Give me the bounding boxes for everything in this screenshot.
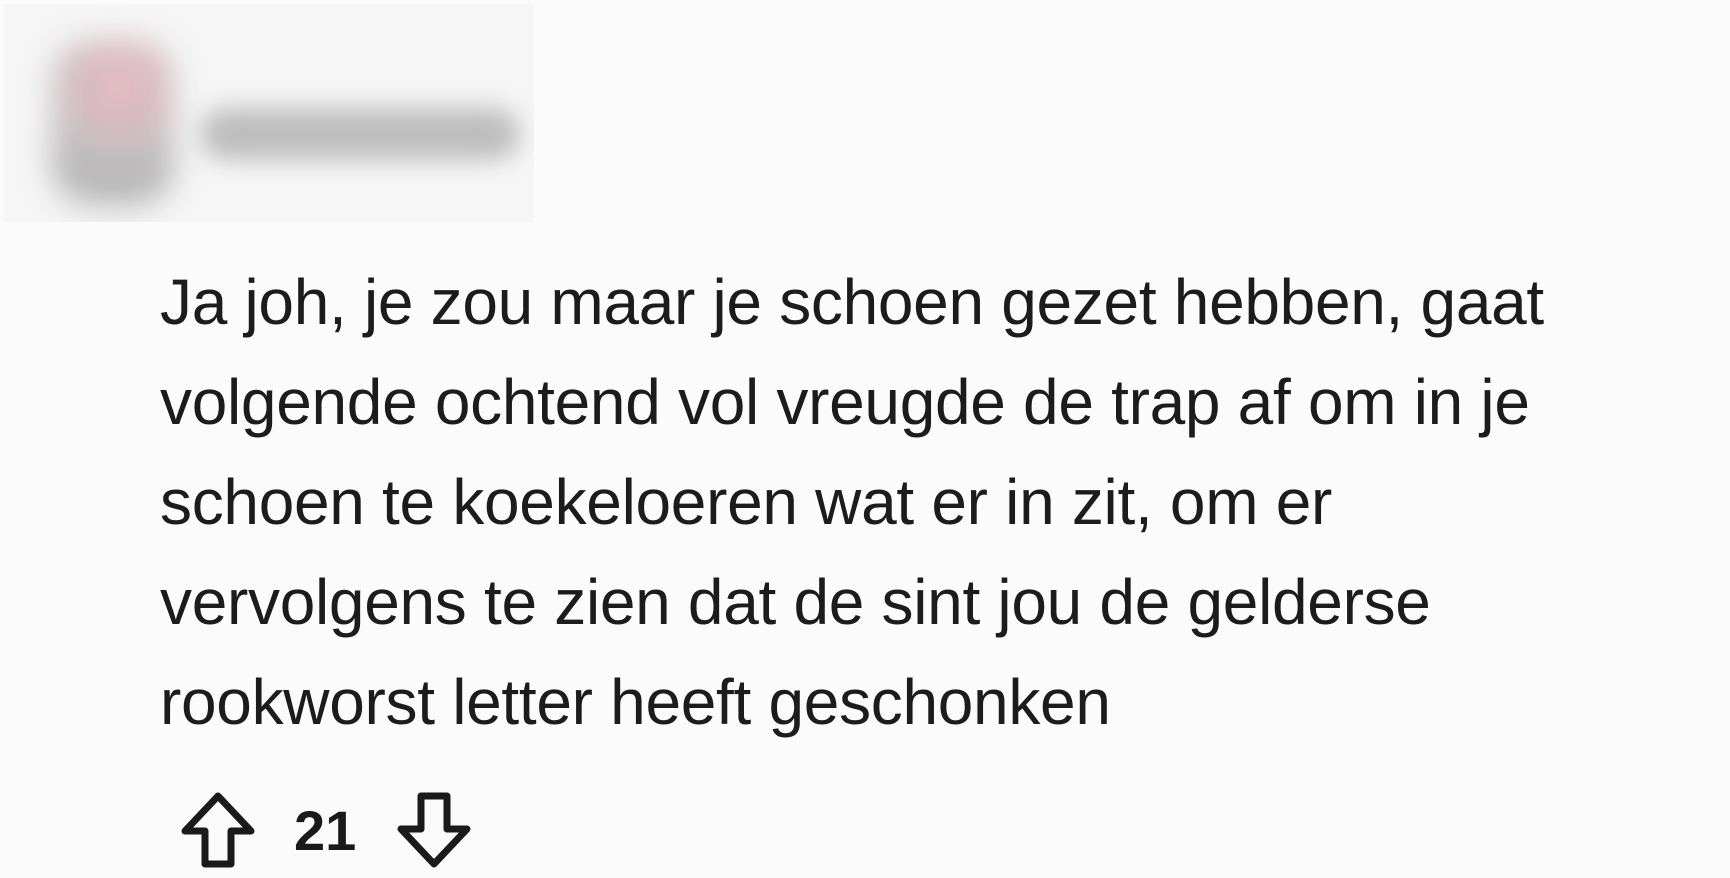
comment-body-line: Ja joh, je zou maar je schoen gezet hebb… (160, 266, 1544, 338)
avatar[interactable] (52, 40, 174, 206)
comment: Ja joh, je zou maar je schoen gezet hebb… (0, 0, 1730, 878)
downvote-button[interactable] (396, 787, 472, 873)
arrow-up-outline-icon (181, 792, 255, 868)
comment-body-line: volgende ochtend vol vreugde de trap af … (160, 366, 1530, 438)
comment-body: Ja joh, je zou maar je schoen gezet hebb… (160, 252, 1730, 752)
comment-body-line: schoen te koekeloeren wat er in zit, om … (160, 466, 1332, 538)
arrow-down-outline-icon (397, 792, 471, 868)
author-header-redacted (4, 4, 534, 222)
comment-body-line: vervolgens te zien dat de sint jou de ge… (160, 566, 1431, 638)
comment-body-line: rookworst letter heeft geschonken (160, 666, 1111, 738)
username-redacted[interactable] (200, 108, 520, 160)
vote-bar: 21 (180, 782, 472, 878)
vote-score: 21 (294, 798, 357, 862)
upvote-button[interactable] (180, 787, 256, 873)
